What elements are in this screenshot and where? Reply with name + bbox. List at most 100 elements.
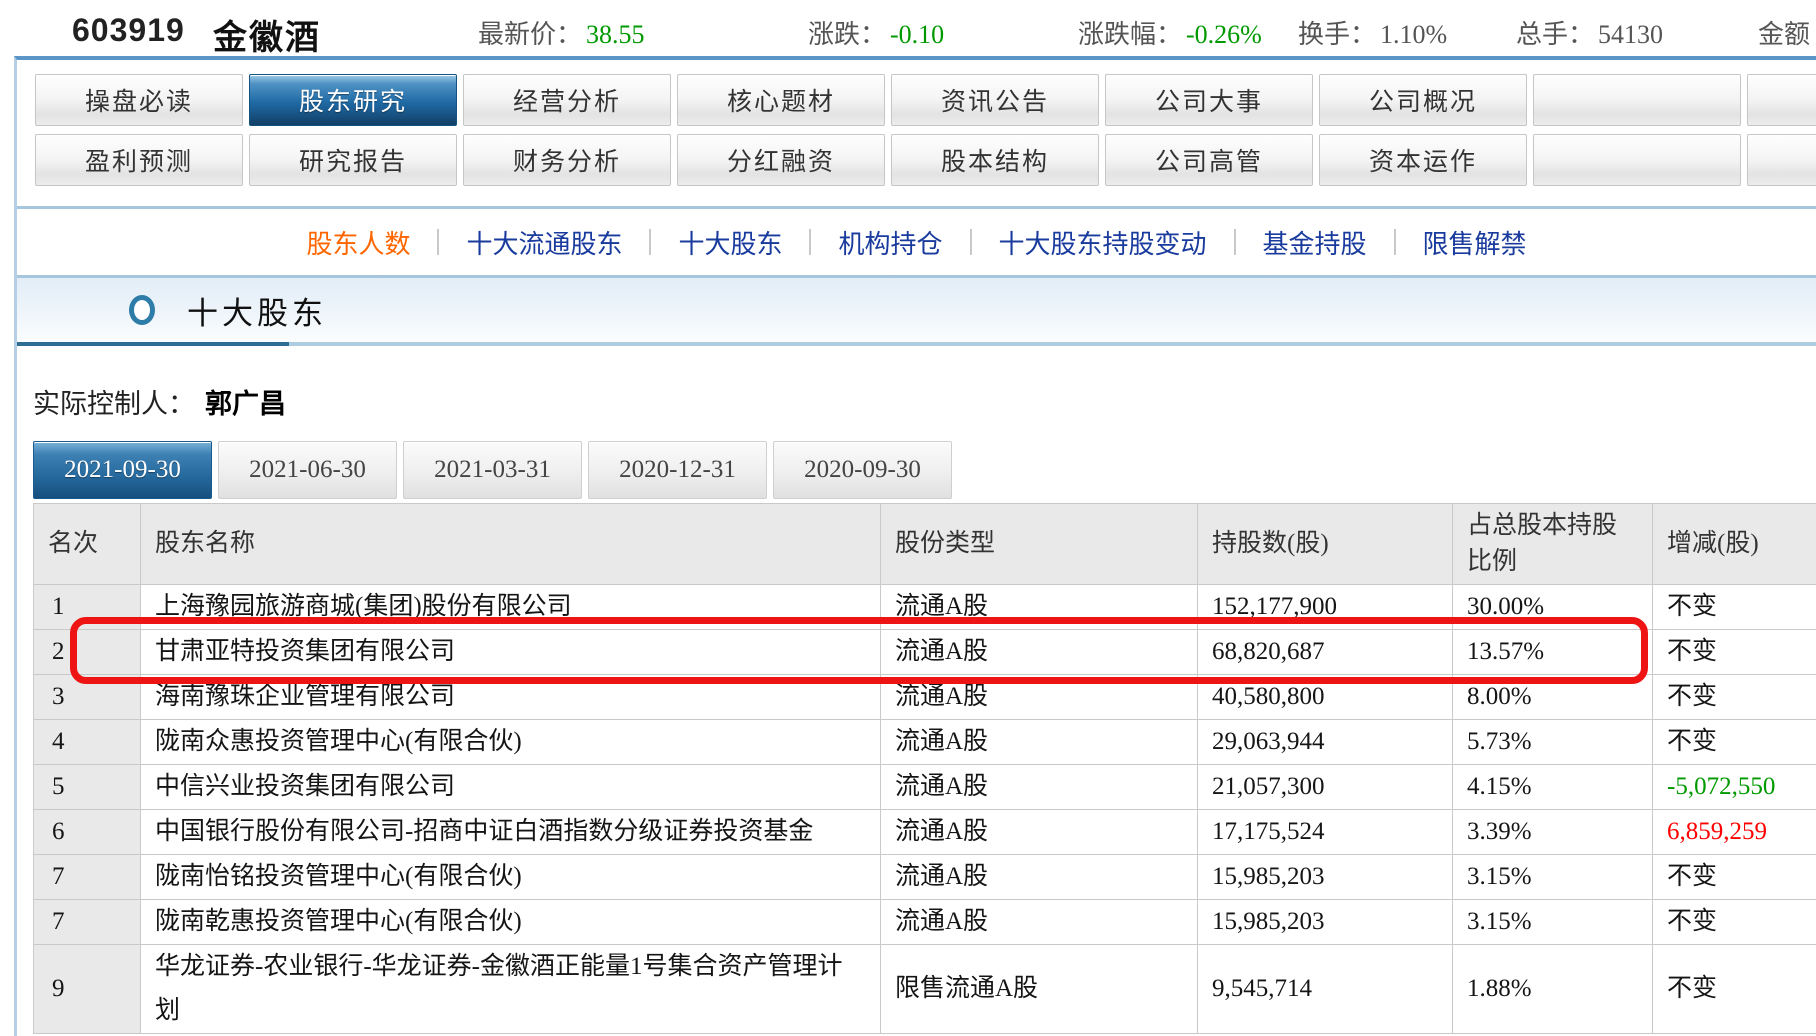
subnav-item-股东人数[interactable]: 股东人数: [279, 224, 437, 261]
cell-share-type: 流通A股: [880, 854, 1198, 900]
quote-field-value: 54130: [1598, 20, 1664, 49]
cell-rank: 1: [33, 584, 141, 630]
column-header: 增减(股): [1652, 503, 1816, 585]
cell-rank: 6: [33, 809, 141, 855]
cell-change: -5,072,550: [1652, 764, 1816, 810]
actual-controller-label: 实际控制人：: [33, 389, 195, 419]
date-tab-2021-03-31[interactable]: 2021-03-31: [403, 441, 582, 499]
cell-rank: 4: [33, 719, 141, 765]
table-row: 1 上海豫园旅游商城(集团)股份有限公司 流通A股 152,177,900 30.00%…: [33, 584, 1816, 630]
date-tab-2021-06-30[interactable]: 2021-06-30: [218, 441, 397, 499]
cell-shares: 9,545,714: [1197, 944, 1453, 1034]
cell-shares: 21,057,300: [1197, 764, 1453, 810]
quote-field-label: 最新价：: [478, 20, 583, 49]
table-row: 3 海南豫珠企业管理有限公司 流通A股 40,580,800 8.00% 不变: [33, 674, 1816, 720]
subnav-item-十大股东[interactable]: 十大股东: [651, 224, 809, 261]
tab-资讯公告[interactable]: 资讯公告: [891, 74, 1099, 126]
cell-change: 6,859,259: [1652, 809, 1816, 855]
main-panel: 操盘必读 股东研究 经营分析 核心题材 资讯公告 公司大事 公司概况 盈利预测 研究报告 财务分…: [14, 56, 1816, 1036]
tab-资本运作[interactable]: 资本运作: [1319, 134, 1527, 186]
subnav-item-限售解禁[interactable]: 限售解禁: [1396, 224, 1554, 261]
subnav-item-十大流通股东[interactable]: 十大流通股东: [439, 224, 649, 261]
tab-盈利预测[interactable]: 盈利预测: [35, 134, 243, 186]
subnav-item-机构持仓[interactable]: 机构持仓: [811, 224, 969, 261]
cell-percent: 5.73%: [1452, 719, 1653, 765]
quote-field-value: 38.55: [586, 20, 645, 49]
table-header-row: 名次 股东名称 股份类型 持股数(股) 占总股本持股比例 增减(股): [33, 503, 1816, 585]
column-header: 占总股本持股比例: [1452, 503, 1653, 585]
section-bullet-icon: [129, 295, 155, 325]
cell-holder-name: 中信兴业投资集团有限公司: [140, 764, 881, 810]
tab-操盘必读[interactable]: 操盘必读: [35, 74, 243, 126]
date-tab-2020-12-31[interactable]: 2020-12-31: [588, 441, 767, 499]
cell-share-type: 流通A股: [880, 584, 1198, 630]
tab-研究报告[interactable]: 研究报告: [249, 134, 457, 186]
cell-holder-name: 陇南乾惠投资管理中心(有限合伙): [140, 899, 881, 945]
cell-holder-name: 陇南众惠投资管理中心(有限合伙): [140, 719, 881, 765]
quote-field: 金额: [1758, 14, 1810, 51]
report-date-tabs: 2021-09-30 2021-06-30 2021-03-31 2020-12-31…: [33, 441, 1816, 499]
cell-change: 不变: [1652, 854, 1816, 900]
cell-shares: 68,820,687: [1197, 629, 1453, 675]
date-tab-2020-09-30[interactable]: 2020-09-30: [773, 441, 952, 499]
tab-公司概况[interactable]: 公司概况: [1319, 74, 1527, 126]
quote-field-value: 1.10%: [1380, 20, 1448, 49]
actual-controller: 实际控制人： 郭广昌: [33, 382, 1816, 421]
table-row: 5 中信兴业投资集团有限公司 流通A股 21,057,300 4.15% -5,072,5…: [33, 764, 1816, 810]
cell-shares: 29,063,944: [1197, 719, 1453, 765]
cell-change: 不变: [1652, 899, 1816, 945]
tab-核心题材[interactable]: 核心题材: [677, 74, 885, 126]
quote-field: 涨跌幅： -0.26%: [1078, 14, 1262, 51]
tab-row-2: 盈利预测 研究报告 财务分析 分红融资 股本结构 公司高管 资本运作: [17, 134, 1816, 186]
cell-rank: 3: [33, 674, 141, 720]
cell-share-type: 流通A股: [880, 899, 1198, 945]
stock-info-bar: 603919 金徽酒 最新价： 38.55 涨跌： -0.10 涨跌幅： -0.26% 换手…: [0, 0, 1816, 57]
cell-shares: 152,177,900: [1197, 584, 1453, 630]
tab-blank[interactable]: [1533, 74, 1741, 126]
tab-分红融资[interactable]: 分红融资: [677, 134, 885, 186]
quote-field-value: -0.26%: [1186, 20, 1262, 49]
column-header: 名次: [33, 503, 141, 585]
tab-股本结构[interactable]: 股本结构: [891, 134, 1099, 186]
column-header: 股东名称: [140, 503, 881, 585]
quote-field: 涨跌： -0.10: [808, 14, 944, 51]
table-row: 7 陇南乾惠投资管理中心(有限合伙) 流通A股 15,985,203 3.15% 不变: [33, 899, 1816, 945]
cell-percent: 4.15%: [1452, 764, 1653, 810]
cell-shares: 15,985,203: [1197, 854, 1453, 900]
cell-holder-name: 华龙证券-农业银行-华龙证券-金徽酒正能量1号集合资产管理计划: [140, 944, 881, 1034]
tab-公司大事[interactable]: 公司大事: [1105, 74, 1313, 126]
tab-row-1: 操盘必读 股东研究 经营分析 核心题材 资讯公告 公司大事 公司概况: [17, 74, 1816, 126]
cell-percent: 8.00%: [1452, 674, 1653, 720]
cell-holder-name: 上海豫园旅游商城(集团)股份有限公司: [140, 584, 881, 630]
column-header: 持股数(股): [1197, 503, 1453, 585]
cell-holder-name: 陇南怡铭投资管理中心(有限合伙): [140, 854, 881, 900]
subnav-item-基金持股[interactable]: 基金持股: [1236, 224, 1394, 261]
cell-percent: 1.88%: [1452, 944, 1653, 1034]
tab-blank[interactable]: [1533, 134, 1741, 186]
tab-blank[interactable]: [1747, 74, 1816, 126]
tab-财务分析[interactable]: 财务分析: [463, 134, 671, 186]
table-row: 4 陇南众惠投资管理中心(有限合伙) 流通A股 29,063,944 5.73% 不变: [33, 719, 1816, 765]
tab-股东研究[interactable]: 股东研究: [249, 74, 457, 126]
subnav-item-十大股东持股变动[interactable]: 十大股东持股变动: [972, 224, 1234, 261]
table-row: 7 陇南怡铭投资管理中心(有限合伙) 流通A股 15,985,203 3.15% 不变: [33, 854, 1816, 900]
quote-field: 换手： 1.10%: [1298, 14, 1447, 51]
cell-percent: 13.57%: [1452, 629, 1653, 675]
date-tab-2021-09-30[interactable]: 2021-09-30: [33, 441, 212, 499]
holders-table: 名次 股东名称 股份类型 持股数(股) 占总股本持股比例 增减(股) 1 上海豫园旅游商城(…: [33, 503, 1816, 1034]
cell-percent: 3.15%: [1452, 854, 1653, 900]
quote-field-label: 涨跌幅：: [1078, 20, 1183, 49]
quote-field: 最新价： 38.55: [478, 14, 645, 51]
section-header: 十大股东: [17, 278, 1816, 342]
quote-field: 总手： 54130: [1516, 14, 1663, 51]
tab-blank[interactable]: [1747, 134, 1816, 186]
tab-公司高管[interactable]: 公司高管: [1105, 134, 1313, 186]
cell-change: 不变: [1652, 629, 1816, 675]
cell-shares: 17,175,524: [1197, 809, 1453, 855]
cell-rank: 7: [33, 854, 141, 900]
tab-经营分析[interactable]: 经营分析: [463, 74, 671, 126]
cell-percent: 3.39%: [1452, 809, 1653, 855]
cell-change: 不变: [1652, 944, 1816, 1034]
cell-share-type: 流通A股: [880, 764, 1198, 810]
cell-share-type: 流通A股: [880, 719, 1198, 765]
